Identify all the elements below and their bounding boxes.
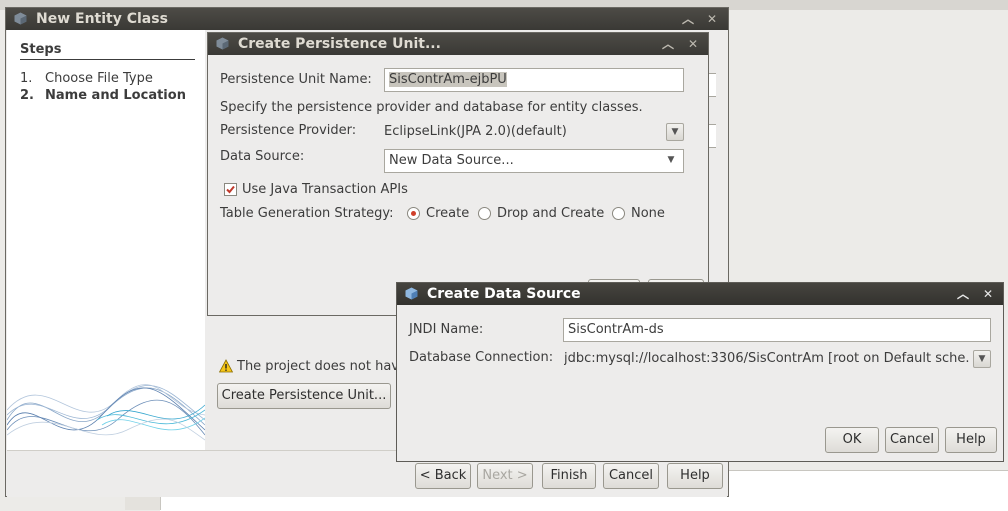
ds-cancel-button[interactable]: Cancel [885,427,939,453]
finish-button[interactable]: Finish [542,463,596,489]
pu-name-value: SisContrAm-ejbPU [389,72,507,87]
provider-value[interactable]: EclipseLink(JPA 2.0)(default) [384,124,567,139]
connection-dropdown-arrow-icon[interactable]: ▼ [973,350,991,368]
jndi-label: JNDI Name: [409,322,484,337]
datasource-combo[interactable]: New Data Source... [384,149,684,173]
strategy-drop-create-label[interactable]: Drop and Create [497,206,604,221]
pu-name-label: Persistence Unit Name: [220,72,372,87]
step-2-label: Name and Location [45,88,186,103]
wizard-title: New Entity Class [36,11,168,27]
wizard-help-button[interactable]: Help [667,463,723,489]
provider-dropdown-arrow-icon[interactable]: ▼ [666,123,684,141]
pu-dialog-minimize-icon[interactable]: ︿ [660,36,676,52]
ds-dialog-title: Create Data Source [427,286,581,302]
strategy-none-radio[interactable] [612,207,625,220]
wizard-titlebar[interactable]: New Entity Class ︿ ✕ [6,8,728,30]
strategy-create-radio[interactable] [407,207,420,220]
warning-icon [219,359,233,373]
pu-dialog-close-icon[interactable]: ✕ [685,36,701,52]
radio-selected-dot [411,211,416,216]
jta-checkbox[interactable] [224,183,237,196]
steps-heading-divider [20,59,195,60]
datasource-label: Data Source: [220,149,305,164]
strategy-create-label[interactable]: Create [426,206,469,221]
warning-text: The project does not hav [237,359,399,374]
pu-dialog-cube-icon [216,37,229,50]
ds-dialog-titlebar[interactable]: Create Data Source ︿ ✕ [397,283,1003,305]
datasource-dropdown-arrow-icon[interactable]: ▼ [662,152,680,170]
steps-panel: Steps 1. Choose File Type 2. Name and Lo… [7,30,205,450]
ds-ok-button[interactable]: OK [825,427,879,453]
create-persistence-unit-dialog: Create Persistence Unit... ︿ ✕ Persisten… [207,32,709,316]
ds-dialog-cube-icon [405,287,418,300]
pu-dialog-titlebar[interactable]: Create Persistence Unit... ︿ ✕ [208,33,708,55]
jta-label[interactable]: Use Java Transaction APIs [242,182,408,197]
next-button[interactable]: Next > [477,463,533,489]
datasource-value: New Data Source... [389,153,514,168]
create-data-source-dialog: Create Data Source ︿ ✕ JNDI Name: SisCon… [396,282,1004,462]
pu-description: Specify the persistence provider and dat… [220,100,643,115]
create-persistence-unit-button[interactable]: Create Persistence Unit... [217,383,391,409]
ds-dialog-minimize-icon[interactable]: ︿ [955,286,971,302]
wizard-cancel-button[interactable]: Cancel [603,463,659,489]
provider-label: Persistence Provider: [220,123,357,138]
back-button[interactable]: < Back [415,463,471,489]
strategy-drop-create-radio[interactable] [478,207,491,220]
wizard-minimize-icon[interactable]: ︿ [680,11,696,27]
strategy-none-label[interactable]: None [631,206,665,221]
step-1-number: 1. [20,71,33,86]
connection-value[interactable]: jdbc:mysql://localhost:3306/SisContrAm [… [564,351,970,366]
netbeans-cube-icon [14,12,27,25]
ds-help-button[interactable]: Help [945,427,997,453]
checkmark-icon [226,185,235,194]
steps-heading: Steps [20,42,62,57]
strategy-label: Table Generation Strategy: [220,206,394,221]
jndi-value: SisContrAm-ds [568,322,664,337]
step-1-label: Choose File Type [45,71,153,86]
pu-name-input[interactable]: SisContrAm-ejbPU [384,68,684,92]
jndi-input[interactable]: SisContrAm-ds [563,318,991,342]
pu-dialog-title: Create Persistence Unit... [238,36,441,52]
wizard-close-icon[interactable]: ✕ [704,11,720,27]
ds-dialog-close-icon[interactable]: ✕ [980,286,996,302]
wizard-wave-graphic [7,384,205,441]
connection-label: Database Connection: [409,350,554,365]
step-2-number: 2. [20,88,34,103]
